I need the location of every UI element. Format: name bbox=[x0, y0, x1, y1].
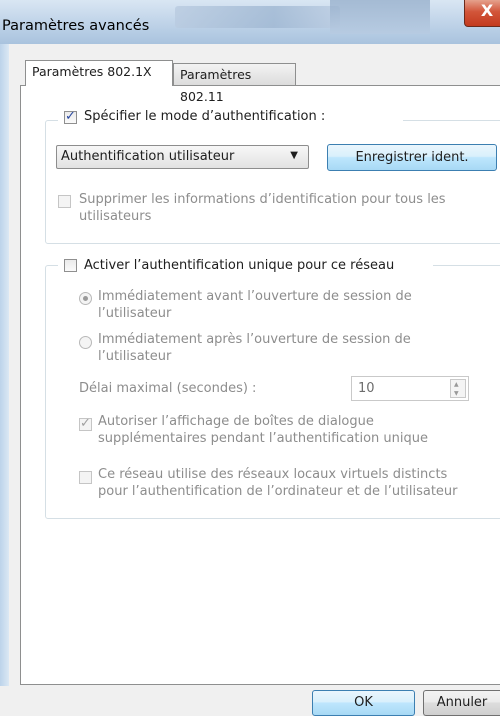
specify-mode-label: Spécifier le mode d’authentification : bbox=[84, 109, 326, 124]
chevron-down-icon: ▼ bbox=[290, 150, 298, 161]
sso-legend: Activer l’authentification unique pour c… bbox=[58, 255, 433, 277]
delete-credentials-label-line1: Supprimer les informations d’identificat… bbox=[79, 192, 446, 207]
save-credentials-button[interactable]: Enregistrer ident. bbox=[327, 144, 497, 171]
max-delay-stepper[interactable]: 10 ▲ ▼ bbox=[351, 376, 469, 401]
auth-mode-select[interactable]: Authentification utilisateur ▼ bbox=[56, 145, 309, 169]
title-bar: Paramètres avancés X bbox=[0, 0, 500, 44]
chevron-down-icon[interactable]: ▼ bbox=[454, 390, 459, 397]
window-frame-left bbox=[0, 44, 9, 716]
cancel-button[interactable]: Annuler bbox=[423, 690, 500, 716]
radio-before-logon-label-line2: l’utilisateur bbox=[98, 306, 172, 321]
enable-sso-label: Activer l’authentification unique pour c… bbox=[84, 258, 395, 273]
radio-after-logon[interactable] bbox=[79, 336, 92, 349]
vlan-checkbox[interactable] bbox=[79, 471, 92, 484]
window-title: Paramètres avancés bbox=[2, 18, 150, 34]
title-bar-background-blur-2 bbox=[330, 0, 430, 34]
auth-mode-group bbox=[45, 120, 500, 244]
ok-button[interactable]: OK bbox=[312, 690, 415, 716]
radio-after-logon-label-line2: l’utilisateur bbox=[98, 349, 172, 364]
chevron-up-icon[interactable]: ▲ bbox=[454, 381, 459, 388]
title-bar-background-blur bbox=[175, 6, 340, 28]
close-icon: X bbox=[480, 1, 494, 20]
auth-mode-select-value: Authentification utilisateur bbox=[61, 149, 235, 164]
auth-mode-legend: Spécifier le mode d’authentification : bbox=[58, 107, 403, 129]
tab-802-1x[interactable]: Paramètres 802.1X bbox=[25, 60, 173, 86]
radio-before-logon[interactable] bbox=[79, 292, 92, 305]
radio-after-logon-label-line1: Immédiatement après l’ouverture de sessi… bbox=[98, 332, 411, 347]
enable-sso-checkbox[interactable] bbox=[64, 259, 77, 272]
stepper-arrows[interactable]: ▲ ▼ bbox=[450, 379, 466, 398]
allow-dialogs-checkbox[interactable] bbox=[79, 416, 92, 431]
tab-802-11[interactable]: Paramètres 802.11 bbox=[173, 63, 296, 104]
radio-before-logon-label-line1: Immédiatement avant l’ouverture de sessi… bbox=[98, 289, 412, 304]
max-delay-value: 10 bbox=[358, 381, 375, 396]
vlan-label-line2: pour l’authentification de l’ordinateur … bbox=[98, 484, 458, 499]
delete-credentials-checkbox[interactable] bbox=[58, 195, 71, 208]
delete-credentials-label-line2: utilisateurs bbox=[79, 209, 152, 224]
vlan-label-line1: Ce réseau utilise des réseaux locaux vir… bbox=[98, 467, 448, 482]
specify-mode-checkbox[interactable] bbox=[64, 109, 77, 124]
close-button[interactable]: X bbox=[464, 0, 500, 27]
allow-dialogs-label-line2: supplémentaires pendant l’authentificati… bbox=[98, 431, 428, 446]
max-delay-label: Délai maximal (secondes) : bbox=[79, 381, 257, 396]
allow-dialogs-label-line1: Autoriser l’affichage de boîtes de dialo… bbox=[98, 414, 374, 429]
